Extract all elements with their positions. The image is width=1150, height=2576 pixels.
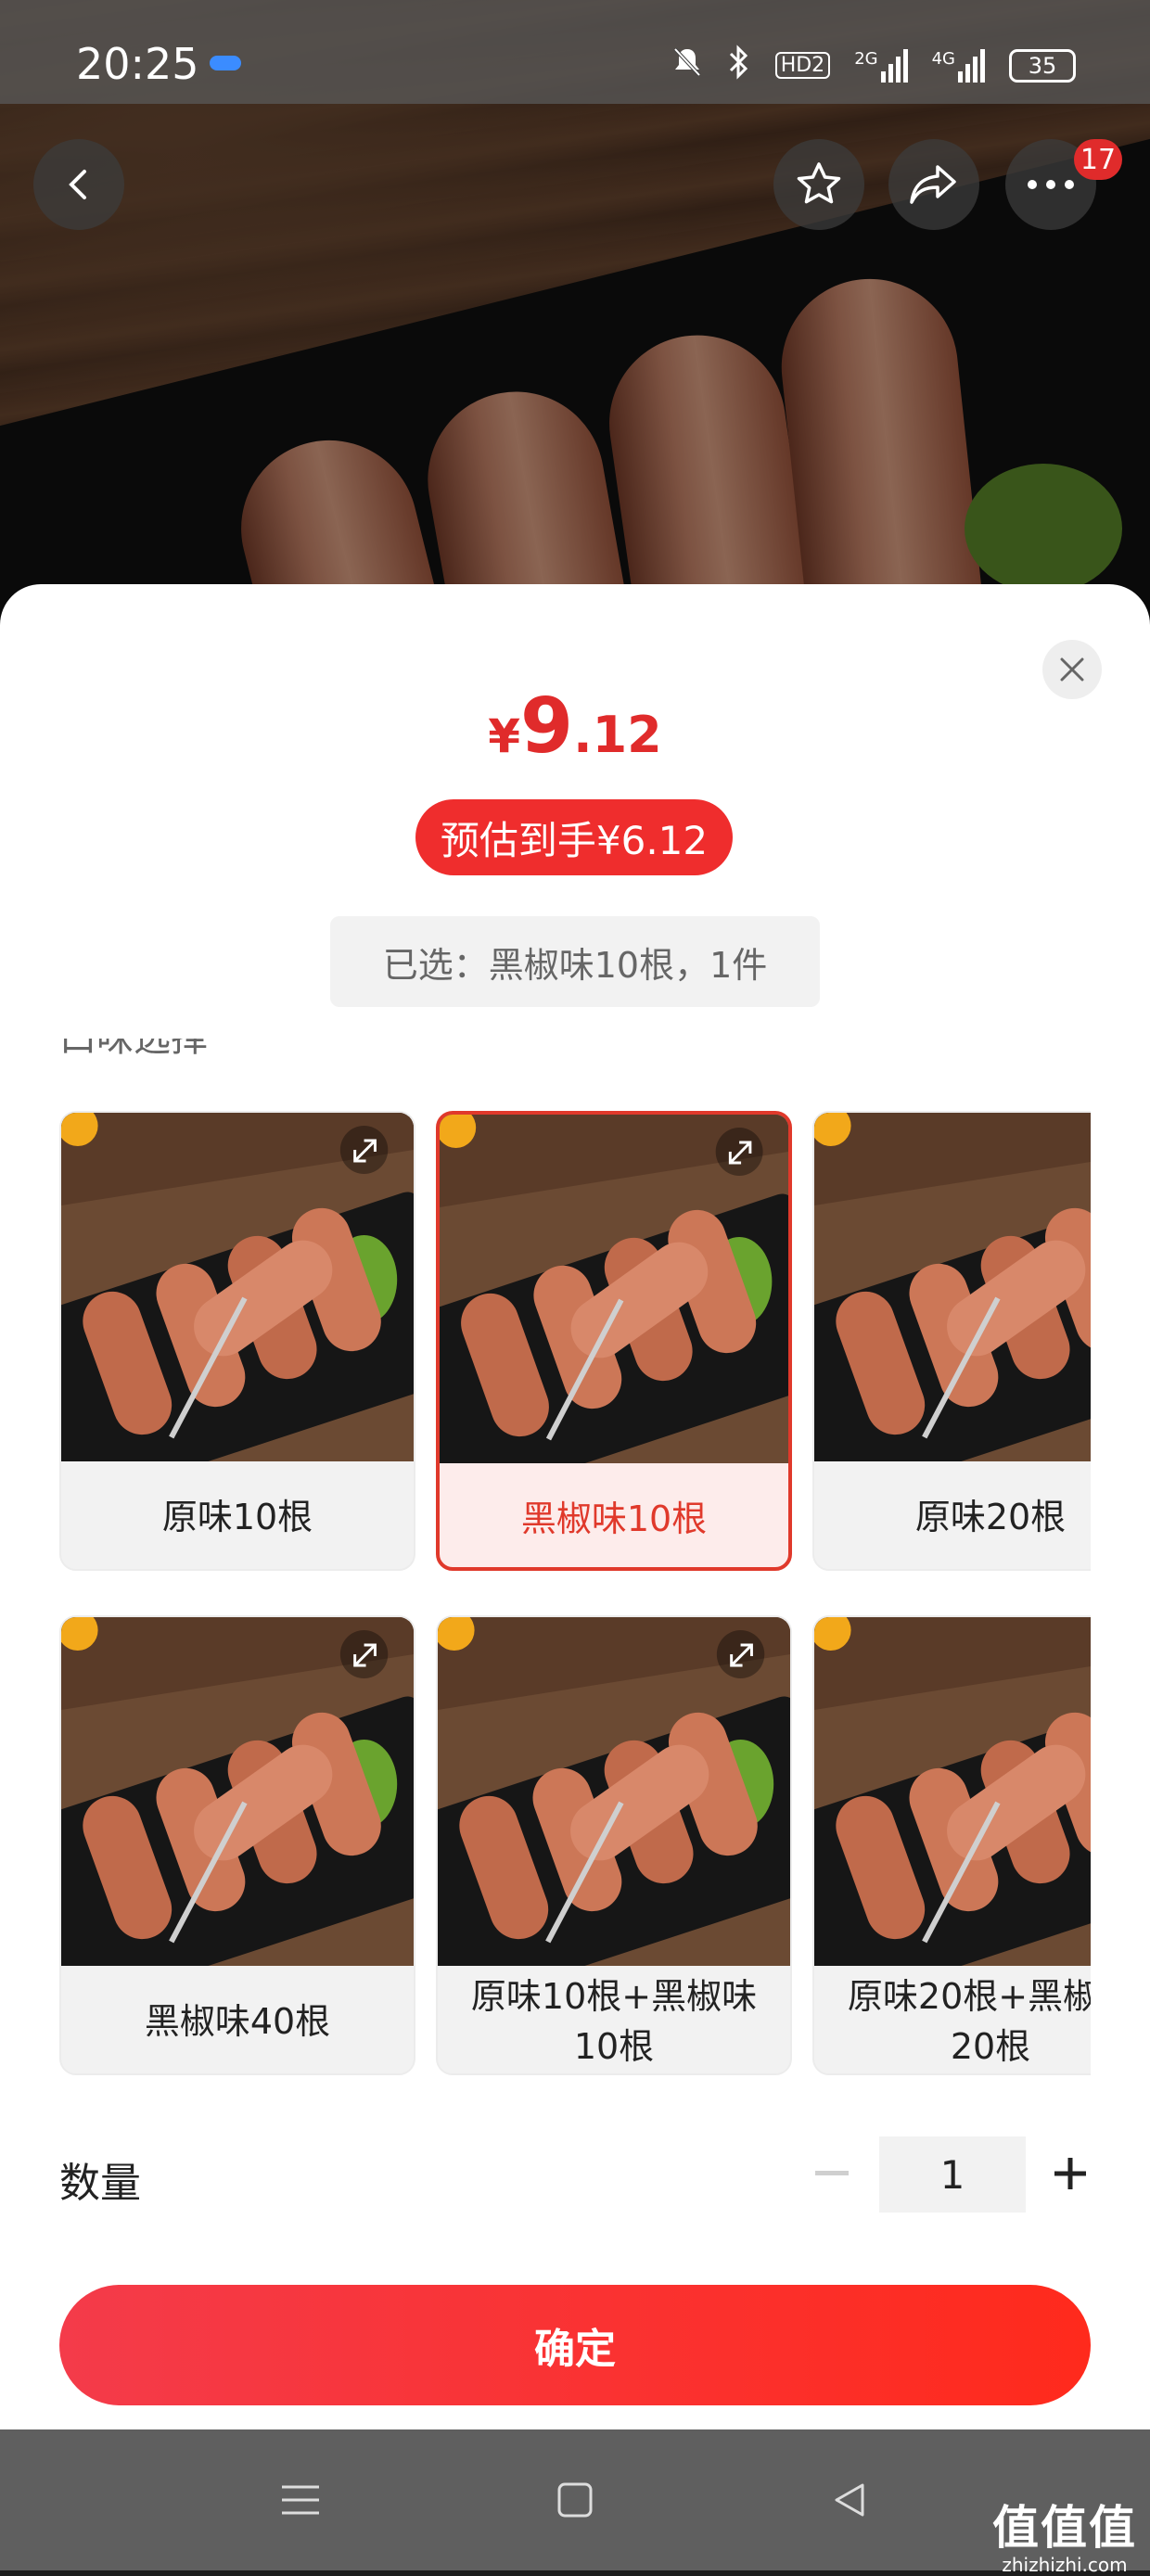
quantity-label: 数量	[59, 2160, 141, 2207]
home-square-icon	[557, 2482, 593, 2518]
option-label: 原味20根+黑椒味20根	[847, 1976, 1091, 2067]
watermark: 值值值 zhizhizhi.com	[992, 2501, 1137, 2576]
bell-off-icon	[671, 45, 703, 85]
option-image	[814, 1113, 1091, 1461]
menu-icon	[282, 2485, 319, 2515]
status-time: 20:25	[76, 39, 199, 89]
back-nav-button[interactable]	[822, 2472, 877, 2528]
option-label: 原味10根+黑椒味10根	[470, 1976, 758, 2067]
back-button[interactable]	[33, 139, 124, 230]
option-image	[440, 1115, 788, 1463]
menu-nav-button[interactable]	[273, 2472, 328, 2528]
confirm-button[interactable]: 确定	[59, 2285, 1091, 2405]
signal-4g-icon: 4G	[932, 48, 985, 83]
more-icon	[1028, 180, 1074, 189]
option-label: 原味10根	[161, 1497, 313, 1537]
price: ¥9.12	[488, 682, 662, 771]
status-bar: 20:25 HD2 2G 4G 35	[0, 0, 1150, 104]
home-nav-button[interactable]	[547, 2472, 603, 2528]
favorite-button[interactable]	[773, 139, 864, 230]
option-label: 原味20根	[914, 1497, 1067, 1537]
back-icon	[69, 170, 86, 199]
option-label: 黑椒味10根	[520, 1498, 708, 1539]
option-image	[438, 1617, 790, 1966]
plus-icon	[1054, 2158, 1086, 2189]
quantity-input[interactable]: 1	[879, 2136, 1026, 2213]
minus-icon	[815, 2171, 849, 2175]
hd-icon: HD2	[774, 52, 831, 79]
option-grid: 原味10根 黑椒味10根 原味20根 黑椒味40根 原味10根+黑椒味10根 原…	[59, 1111, 1091, 2103]
option-card[interactable]: 原味20根+黑椒味20根	[812, 1615, 1091, 2075]
estimated-price-badge: 预估到手¥6.12	[415, 799, 733, 875]
notification-badge: 17	[1074, 139, 1122, 180]
quantity-increment-button[interactable]	[1044, 2146, 1096, 2201]
sku-selection-sheet: ¥9.12 预估到手¥6.12 已选：黑椒味10根，1件 口味选择 原味10根	[0, 584, 1150, 2429]
option-card[interactable]: 原味10根+黑椒味10根	[436, 1615, 792, 2075]
bluetooth-icon	[727, 45, 751, 86]
option-image	[61, 1113, 414, 1461]
option-card[interactable]: 原味10根	[59, 1111, 415, 1571]
cloud-icon	[210, 56, 241, 70]
back-triangle-icon	[835, 2483, 864, 2517]
share-icon	[910, 165, 956, 204]
option-card[interactable]: 黑椒味40根	[59, 1615, 415, 2075]
quantity-decrement-button[interactable]	[809, 2146, 855, 2201]
option-card-selected[interactable]: 黑椒味10根	[436, 1111, 792, 1571]
close-icon	[1060, 657, 1084, 682]
option-image	[61, 1617, 414, 1966]
system-nav-bar	[0, 2429, 1150, 2570]
option-section-title: 口味选择	[59, 1039, 208, 1057]
favorite-star-icon	[797, 162, 841, 204]
signal-2g-icon: 2G	[854, 48, 908, 83]
option-image	[814, 1617, 1091, 1966]
share-button[interactable]	[888, 139, 979, 230]
option-label: 黑椒味40根	[144, 2001, 331, 2042]
selected-summary: 已选：黑椒味10根，1件	[330, 916, 820, 1007]
battery-icon: 35	[1009, 48, 1076, 83]
option-card[interactable]: 原味20根	[812, 1111, 1091, 1571]
